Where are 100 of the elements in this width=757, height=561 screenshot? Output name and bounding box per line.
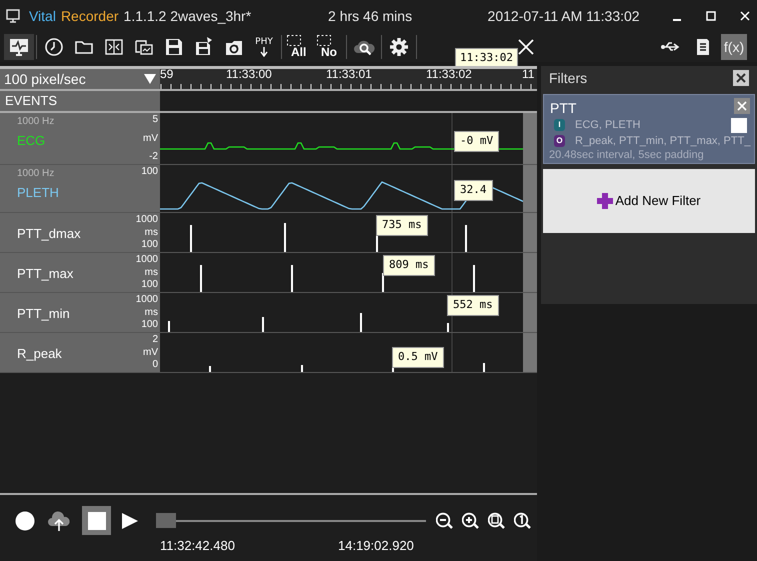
event-marker [291,265,293,292]
phy-button[interactable]: PHY [249,34,279,60]
title-text: Vital [28,6,56,26]
start-time: 11:32:42.480 [160,537,235,555]
track-name: R_peak [17,345,62,363]
slider-thumb[interactable] [156,513,176,528]
filter-card[interactable]: PTT I ECG, PLETH O R_peak, PTT_min, PTT_max, PTT_ 20.48sec interval, 5sec padding [543,94,755,164]
port-badge: O [554,135,565,147]
monitor-icon [8,36,30,58]
tick-label: 11:33:01 [326,69,373,81]
select-button[interactable]: All [284,34,314,60]
monitor-button[interactable] [4,34,34,60]
scale-label: ms [144,266,158,278]
clock-icon [43,36,65,58]
scale-label: ms [144,306,158,318]
zoom-in-icon[interactable] [462,510,481,529]
select-label: All [291,46,306,59]
track-name: ECG [17,132,46,150]
phy-label: PHY [255,38,273,46]
channel-list: R_peak, PTT_min, PTT_max, PTT_ [575,133,750,150]
scale-label: 0 [152,359,158,371]
tick-label: 11:33:02 [426,69,473,81]
scale-dropdown[interactable]: 100 pixel/sec [0,69,160,89]
tick-label: 11:33:00 [226,69,273,81]
close-button[interactable] [733,70,749,86]
maximize-icon[interactable] [705,10,717,22]
title-text: Recorder [60,6,119,26]
zoom-reset-icon[interactable] [514,510,533,529]
close-icon[interactable] [739,10,751,22]
event-marker [200,265,202,292]
event-marker [301,365,303,372]
event-marker [360,313,362,332]
event-marker [465,225,467,252]
event-marker [284,223,286,252]
tick-label: 11 [522,69,536,81]
end-time: 14:19:02.920 [338,537,414,555]
close-icon [737,101,747,111]
event-marker [483,363,485,372]
filter-name: PTT [550,99,576,118]
dashed-box-icon [287,35,301,46]
scrollbar[interactable] [523,113,537,164]
event-marker [382,273,384,292]
scrollbar[interactable] [523,253,537,292]
record-icon[interactable] [14,510,36,532]
scale-label: -2 [149,151,158,163]
scale-label: 100 [141,279,158,291]
add-filter-label: Add New Filter [615,192,701,210]
title-text: 1.1.1.2 2waves_3hr* [124,6,252,26]
value-label: 32.4 [454,180,492,200]
datetime-text: 2012-07-11 AM 11:33:02 [488,6,641,26]
add-filter-button[interactable]: Add New Filter [543,169,755,233]
event-marker [473,265,475,292]
stop-icon [88,512,106,530]
tick-label: 59 [160,69,174,81]
swatch[interactable] [731,118,747,133]
track-name: PTT_max [17,265,74,283]
track-name: PLETH [17,184,59,202]
scale-label: 5 [152,114,158,126]
close-icon [736,73,746,83]
settings-icon [388,36,410,58]
rate-text: 1000 Hz [17,115,54,129]
scale-label: mV [143,132,158,144]
down-arrow-icon [260,46,268,56]
scale-label: 1000 [136,294,158,306]
event-marker [447,323,449,332]
scale-label: 100 [141,239,158,251]
duration-text: 2 hrs 46 mins [328,6,414,26]
scrollbar[interactable] [523,213,537,252]
cloud-upload-icon[interactable] [46,510,72,532]
scrollbar[interactable] [523,333,537,372]
track-name: PTT_min [17,305,70,323]
play-icon[interactable] [121,512,139,530]
panel-title: Filters [549,68,588,88]
track-name: PTT_dmax [17,225,81,243]
scale-label: 2 [152,334,158,346]
scale-label: mV [143,346,158,358]
zoom-fit-icon[interactable] [488,510,507,529]
scrollbar[interactable] [523,293,537,332]
scale-label: 100 [141,319,158,331]
scrollbar[interactable] [523,165,537,212]
events-label: EVENTS [5,92,58,110]
zoom-out-icon[interactable] [436,510,455,529]
stop-button[interactable] [82,506,111,535]
filter-info: 20.48sec interval, 5sec padding [549,149,704,162]
scale-label: 1000 [136,254,158,266]
rate-text: 1000 Hz [17,167,54,181]
value-label: 735 ms [376,215,428,236]
port-badge: I [554,119,565,131]
select-button[interactable]: No [314,34,344,60]
event-marker [209,366,211,372]
channel-list: ECG, PLETH [575,117,640,134]
dashed-box-icon [317,35,331,46]
value-label: 809 ms [383,255,435,276]
scale-label: 100 [141,166,158,178]
event-marker [262,317,264,332]
timeline-slider[interactable] [156,513,426,528]
scale-text: 100 pixel/sec [4,70,86,89]
event-marker [168,321,170,332]
save-icon [163,36,185,58]
function-button[interactable]: f(x) [721,34,747,60]
